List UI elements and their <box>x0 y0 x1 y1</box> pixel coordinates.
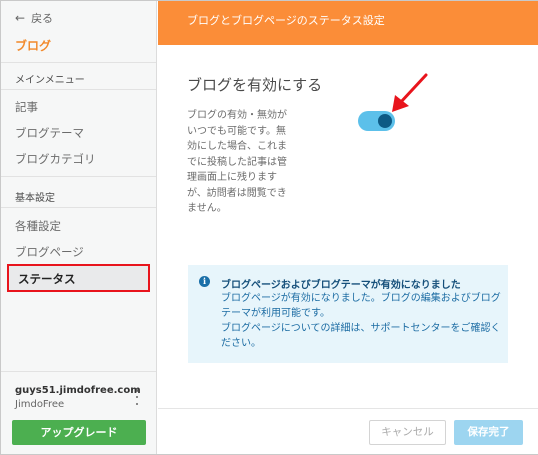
cancel-button[interactable]: キャンセル <box>369 420 446 445</box>
sidebar-item-status[interactable]: ステータス <box>7 264 150 292</box>
sidebar-title: ブログ <box>15 39 52 53</box>
info-body: ブログページが有効になりました。ブログの編集およびブログテーマが利用可能です。 … <box>221 291 501 351</box>
account-domain: guys51.jimdofree.com <box>15 385 141 396</box>
section-title: ブログを有効にする <box>187 76 323 94</box>
sidebar-item-blog-theme[interactable]: ブログテーマ <box>15 125 84 141</box>
sidebar-item-articles[interactable]: 記事 <box>15 99 38 115</box>
footer-divider <box>158 408 538 409</box>
upgrade-button[interactable]: アップグレード <box>12 420 146 445</box>
account-info: guys51.jimdofree.com JimdoFree <box>15 384 141 412</box>
main-panel: ブログとブログページのステータス設定 ブログを有効にする ブログの有効・無効がい… <box>158 1 538 454</box>
info-icon: i <box>199 276 210 287</box>
header-title: ブログとブログページのステータス設定 <box>187 14 385 27</box>
sidebar-divider <box>1 371 156 372</box>
info-body-line: ブログページが有効になりました。ブログの編集およびブログテーマが利用可能です。 <box>221 293 501 319</box>
sidebar-divider <box>1 176 156 177</box>
sidebar-item-settings[interactable]: 各種設定 <box>15 218 61 234</box>
main-menu-heading: メインメニュー <box>15 75 85 86</box>
basic-settings-heading: 基本設定 <box>15 193 55 204</box>
account-provider: JimdoFree <box>15 399 65 410</box>
section-description: ブログの有効・無効がいつでも可能です。無効にした場合、これまでに投稿した記事は管… <box>187 110 287 214</box>
annotation-arrow-icon <box>392 73 428 112</box>
sidebar: ← 戻る ブログ メインメニュー 記事 ブログテーマ ブログカテゴリ 基本設定 … <box>1 1 157 454</box>
sidebar-divider <box>1 62 156 63</box>
info-title: ブログページおよびブログテーマが有効になりました <box>221 280 461 291</box>
sidebar-divider <box>1 89 156 90</box>
sidebar-item-blog-page[interactable]: ブログページ <box>15 244 84 260</box>
back-link[interactable]: ← 戻る <box>15 10 53 26</box>
info-body-line: ブログページについての詳細は、サポートセンターをご確認ください。 <box>221 323 501 349</box>
sidebar-item-blog-category[interactable]: ブログカテゴリ <box>15 151 96 167</box>
save-button[interactable]: 保存完了 <box>454 420 523 445</box>
back-label: 戻る <box>31 12 54 25</box>
arrow-left-icon: ← <box>15 11 26 25</box>
more-vertical-icon[interactable] <box>133 389 141 405</box>
header-bar: ブログとブログページのステータス設定 <box>158 1 538 45</box>
sidebar-divider <box>1 207 156 208</box>
info-box: i ブログページおよびブログテーマが有効になりました ブログページが有効になりま… <box>188 265 508 363</box>
